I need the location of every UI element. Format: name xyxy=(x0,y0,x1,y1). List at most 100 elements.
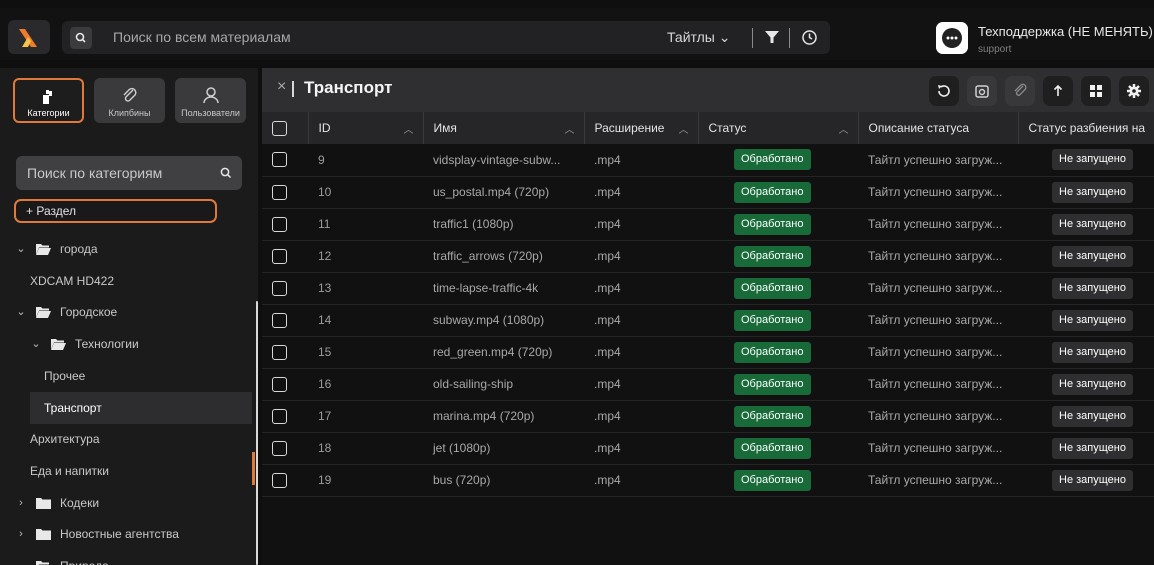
tree-item[interactable]: ⌄ города xyxy=(0,233,252,265)
table-row[interactable]: 18 jet (1080p) .mp4 Обработано Тайтл успешно… xyxy=(262,432,1154,465)
app-logo[interactable] xyxy=(8,20,50,54)
table-row[interactable]: 13 time-lapse-traffic-4k .mp4 Обработано Тай… xyxy=(262,272,1154,305)
sidebar: Категории Клипбины Пользователи Поиск по… xyxy=(0,68,258,565)
grid-view-button[interactable] xyxy=(1081,76,1111,106)
row-checkbox[interactable] xyxy=(272,280,287,296)
cell-extension: .mp4 xyxy=(584,432,698,465)
column-header-status[interactable]: Статус ︿ xyxy=(698,112,859,144)
column-header-extension[interactable]: Расширение ︿ xyxy=(584,112,699,144)
tab-label: Пользователи xyxy=(181,108,240,118)
tree-item[interactable]: ⌄ Городское xyxy=(0,296,252,328)
sort-icon[interactable]: ︿ xyxy=(839,121,849,136)
tree-item[interactable]: XDCAM HD422 xyxy=(0,265,252,297)
row-checkbox[interactable] xyxy=(272,248,287,264)
category-search[interactable]: Поиск по категориям xyxy=(16,156,242,190)
cell-id: 15 xyxy=(308,336,423,369)
search-icon[interactable] xyxy=(219,166,233,180)
cell-name: jet (1080p) xyxy=(423,432,584,465)
split-status-badge: Не запущено xyxy=(1052,373,1133,395)
row-checkbox[interactable] xyxy=(272,376,287,392)
row-checkbox[interactable] xyxy=(272,184,287,200)
tree-item[interactable]: ⌄ Технологии xyxy=(0,328,252,360)
upload-button[interactable] xyxy=(1043,76,1073,106)
tree-item[interactable]: Транспорт xyxy=(30,391,252,424)
tab-categories[interactable]: Категории xyxy=(13,78,84,123)
attach-button[interactable] xyxy=(1005,76,1035,106)
table-row[interactable]: 9 vidsplay-vintage-subw... .mp4 Обработано Т… xyxy=(262,144,1154,177)
tree-item[interactable]: ⌄ Природа xyxy=(0,550,252,565)
add-section-button[interactable]: + Раздел xyxy=(14,199,217,223)
close-icon[interactable]: × xyxy=(277,78,286,96)
split-status-badge: Не запущено xyxy=(1052,437,1133,459)
table-row[interactable]: 19 bus (720p) .mp4 Обработано Тайтл успешно … xyxy=(262,464,1154,497)
chevron-down-icon[interactable]: ⌄ xyxy=(14,306,28,318)
sort-icon[interactable]: ︿ xyxy=(404,121,414,136)
search-input[interactable]: Поиск по всем материалам xyxy=(113,29,291,45)
sidebar-scrollbar[interactable] xyxy=(256,301,258,565)
sort-icon[interactable]: ︿ xyxy=(565,121,575,136)
row-checkbox[interactable] xyxy=(272,312,287,328)
sort-icon[interactable]: ︿ xyxy=(679,121,689,136)
column-header-name[interactable]: Имя ︿ xyxy=(423,112,585,144)
chevron-down-icon[interactable]: ⌄ xyxy=(14,560,28,565)
titles-table: ID ︿ Имя ︿ Расширение ︿ Статус ︿ Описание ст… xyxy=(262,112,1154,497)
chevron-down-icon: ⌄ xyxy=(718,29,731,45)
column-header-label: Статус xyxy=(708,121,747,135)
row-checkbox[interactable] xyxy=(272,152,287,168)
type-select-label: Тайтлы xyxy=(667,29,715,45)
clock-icon[interactable] xyxy=(801,29,818,46)
split-status-badge: Не запущено xyxy=(1052,341,1133,363)
tree-item[interactable]: › Кодеки xyxy=(0,487,252,519)
row-checkbox[interactable] xyxy=(272,216,287,232)
column-header-label: Описание статуса xyxy=(868,121,970,135)
chevron-down-icon[interactable]: ⌄ xyxy=(14,243,28,255)
tree-item[interactable]: › Новостные агентства xyxy=(0,518,252,550)
tree-item[interactable]: Архитектура xyxy=(0,423,252,455)
tree-item-label: Кодеки xyxy=(60,495,100,510)
chevron-down-icon[interactable]: ⌄ xyxy=(29,338,43,350)
settings-button[interactable] xyxy=(1119,76,1149,106)
search-icon[interactable] xyxy=(70,27,92,49)
status-badge: Обработано xyxy=(734,309,811,331)
column-header-split-status[interactable]: Статус разбиения на xyxy=(1018,112,1154,144)
table-row[interactable]: 14 subway.mp4 (1080p) .mp4 Обработано Тайтл … xyxy=(262,304,1154,337)
table-row[interactable]: 12 traffic_arrows (720p) .mp4 Обработано Тай… xyxy=(262,240,1154,273)
cell-id: 18 xyxy=(308,432,423,465)
cell-name: us_postal.mp4 (720p) xyxy=(423,176,584,209)
row-checkbox[interactable] xyxy=(272,440,287,456)
row-checkbox[interactable] xyxy=(272,408,287,424)
row-checkbox[interactable] xyxy=(272,472,287,488)
refresh-button[interactable] xyxy=(929,76,959,106)
select-all-checkbox[interactable] xyxy=(272,120,287,136)
main-panel: × Транспорт ID ︿ Имя ︿ Расширение ︿ Стат… xyxy=(262,68,1154,565)
column-header-status-description[interactable]: Описание статуса xyxy=(858,112,1019,144)
page-title: Транспорт xyxy=(304,78,393,97)
settings-icon xyxy=(1127,84,1141,98)
row-select-cell xyxy=(262,432,308,465)
table-row[interactable]: 11 traffic1 (1080p) .mp4 Обработано Тайтл ус… xyxy=(262,208,1154,241)
tab-users[interactable]: Пользователи xyxy=(175,78,246,123)
cell-name: marina.mp4 (720p) xyxy=(423,400,584,433)
global-search[interactable]: Поиск по всем материалам Тайтлы ⌄ xyxy=(62,21,830,54)
cell-status-description: Тайтл успешно загруж... xyxy=(858,144,1018,177)
tree-item[interactable]: Прочее xyxy=(0,360,252,392)
cell-name: red_green.mp4 (720p) xyxy=(423,336,584,369)
tree-item-label: Прочее xyxy=(44,368,86,383)
table-row[interactable]: 17 marina.mp4 (720p) .mp4 Обработано Тайтл у… xyxy=(262,400,1154,433)
category-search-input[interactable]: Поиск по категориям xyxy=(27,165,162,181)
chevron-right-icon[interactable]: › xyxy=(14,528,28,540)
tree-item[interactable]: Еда и напитки xyxy=(0,455,252,487)
capture-button[interactable] xyxy=(967,76,997,106)
chevron-right-icon[interactable]: › xyxy=(14,497,28,509)
table-row[interactable]: 16 old-sailing-ship .mp4 Обработано Тайтл ус… xyxy=(262,368,1154,401)
filter-icon[interactable] xyxy=(764,29,780,45)
row-checkbox[interactable] xyxy=(272,344,287,360)
type-select[interactable]: Тайтлы ⌄ xyxy=(667,29,731,46)
cell-id: 14 xyxy=(308,304,423,337)
cell-status-description: Тайтл успешно загруж... xyxy=(858,304,1018,337)
table-row[interactable]: 10 us_postal.mp4 (720p) .mp4 Обработано Тайт… xyxy=(262,176,1154,209)
tab-clipbins[interactable]: Клипбины xyxy=(94,78,165,123)
column-header-id[interactable]: ID ︿ xyxy=(308,112,424,144)
cell-extension: .mp4 xyxy=(584,336,698,369)
table-row[interactable]: 15 red_green.mp4 (720p) .mp4 Обработано Тайт… xyxy=(262,336,1154,369)
